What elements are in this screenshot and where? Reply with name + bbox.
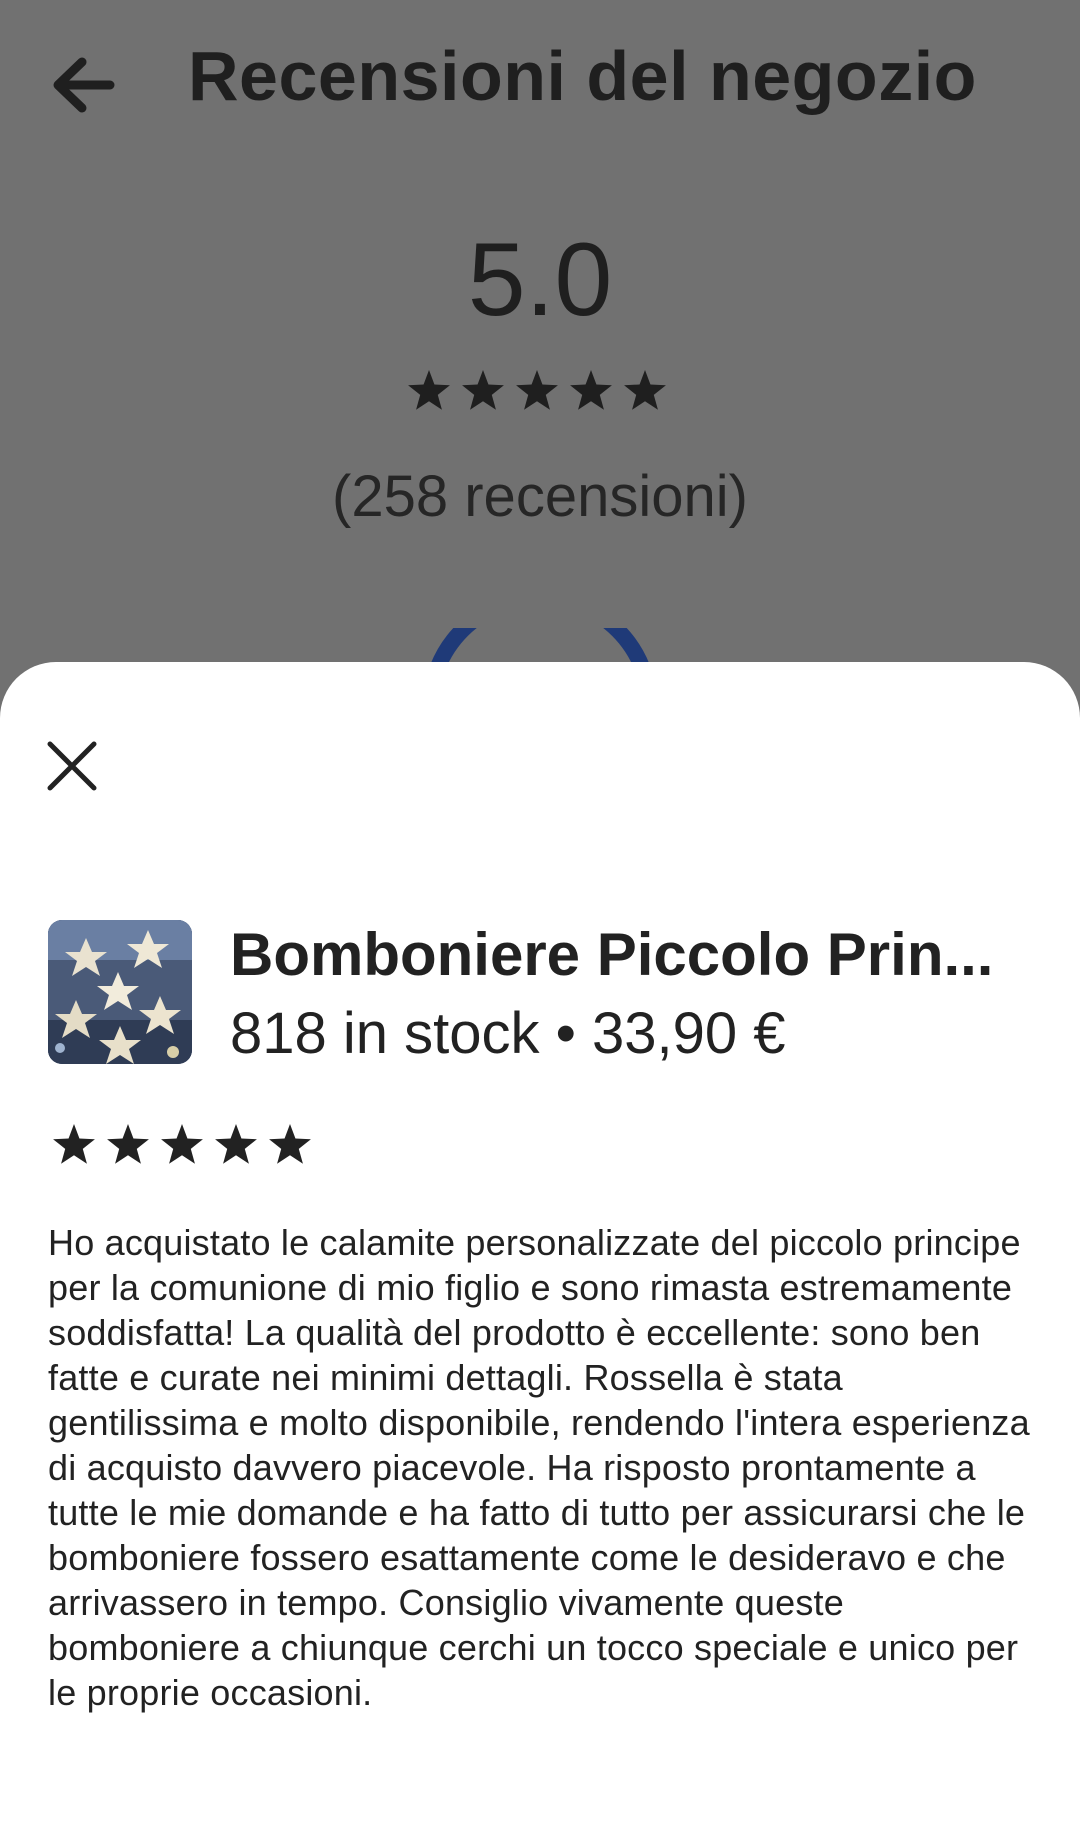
shop-rating-value: 5.0: [467, 222, 613, 338]
star-icon: [408, 370, 450, 410]
product-title[interactable]: Bomboniere Piccolo Prin...: [230, 920, 1048, 990]
star-icon: [53, 1124, 311, 1164]
arrow-left-icon[interactable]: [48, 50, 118, 120]
page-title: Recensioni del negozio: [188, 37, 977, 115]
close-icon[interactable]: [40, 734, 104, 798]
star-icon: [516, 370, 558, 410]
star-icon: [408, 370, 666, 410]
product-row[interactable]: Bomboniere Piccolo Prin... 818 in stock …: [48, 920, 1048, 1066]
review-text: Ho acquistato le calamite personalizzate…: [48, 1222, 1030, 1713]
star-icon: [161, 1124, 203, 1164]
shop-rating-stars: [408, 370, 666, 410]
star-icon: [570, 370, 612, 410]
product-stock-price: 818 in stock • 33,90 €: [230, 1001, 786, 1066]
star-icon: [269, 1124, 311, 1164]
star-icon: [53, 1124, 95, 1164]
star-icon: [215, 1124, 257, 1164]
star-icon: [107, 1124, 149, 1164]
product-image: [48, 920, 192, 1064]
review-rating-stars: [53, 1124, 311, 1164]
product-thumbnail: [48, 920, 192, 1064]
review-detail-sheet: Bomboniere Piccolo Prin... 818 in stock …: [0, 662, 1080, 1847]
star-icon: [462, 370, 504, 410]
review-count: (258 recensioni): [332, 464, 748, 529]
star-icon: [624, 370, 666, 410]
